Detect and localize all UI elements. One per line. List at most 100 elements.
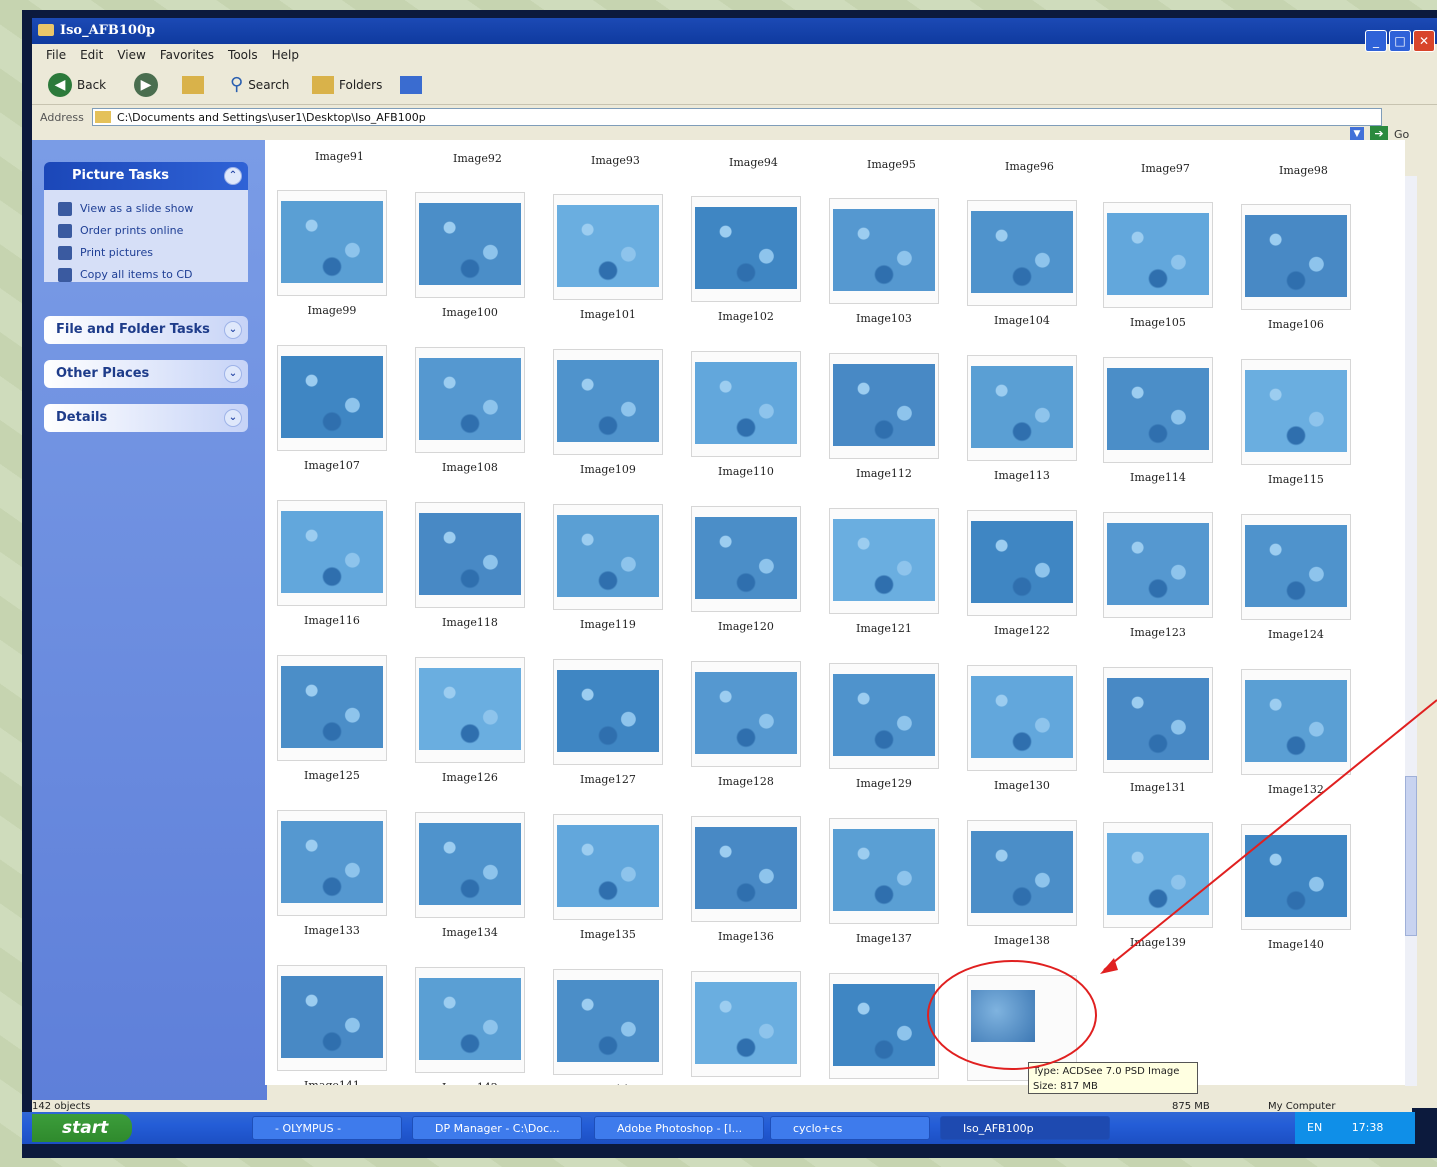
thumbnail-tile[interactable]: Image112 — [829, 353, 939, 480]
maximize-button[interactable]: □ — [1389, 30, 1411, 52]
thumbnail-tile[interactable]: Image103 — [829, 198, 939, 325]
menu-item-file[interactable]: File — [46, 44, 66, 66]
taskbar-item-dp-manager[interactable]: DP Manager - C:\Doc... — [412, 1116, 582, 1140]
picture-tasks-header[interactable]: Picture Tasks ⌃ — [44, 162, 248, 190]
thumbnail-tile[interactable]: Image102 — [691, 196, 801, 323]
thumbnail-tile[interactable]: Image142 — [415, 967, 525, 1085]
thumbnail-tile[interactable]: Image115 — [1241, 359, 1351, 486]
thumbnail-frame — [691, 506, 801, 612]
thumbnail-label[interactable]: Image97 — [1141, 162, 1190, 175]
thumbnail-tile[interactable]: Image128 — [691, 661, 801, 788]
expand-icon[interactable]: ⌄ — [224, 409, 242, 427]
thumbnail-tile[interactable]: Image145 — [829, 973, 939, 1085]
collapse-icon[interactable]: ⌃ — [224, 167, 242, 185]
thumbnail-tile[interactable]: Image136 — [691, 816, 801, 943]
picture-task-item[interactable]: Print pictures — [58, 242, 248, 264]
thumbnail-tile[interactable]: Image125 — [277, 655, 387, 782]
menu-item-tools[interactable]: Tools — [228, 44, 258, 66]
close-button[interactable]: ✕ — [1413, 30, 1435, 52]
views-button[interactable] — [400, 73, 422, 97]
thumbnail-tile[interactable]: Image129 — [829, 663, 939, 790]
title-bar[interactable]: Iso_AFB100p — [32, 18, 1437, 44]
thumbnail-tile[interactable]: Image104 — [967, 200, 1077, 327]
thumbnail-tile[interactable]: Image141 — [277, 965, 387, 1085]
thumbnail-tile[interactable]: Image143 — [553, 969, 663, 1085]
picture-task-item[interactable]: View as a slide show — [58, 198, 248, 220]
thumbnail-label[interactable]: Image98 — [1279, 164, 1328, 177]
taskbar-item-cyclo[interactable]: cyclo+cs — [770, 1116, 930, 1140]
thumbnail-label[interactable]: Image93 — [591, 154, 640, 167]
thumbnail-label[interactable]: Image95 — [867, 158, 916, 171]
thumbnail-tile[interactable]: Image144 — [691, 971, 801, 1085]
thumbnail-label[interactable]: Image94 — [729, 156, 778, 169]
forward-button[interactable]: ▶ — [134, 73, 158, 97]
taskbar-item-iso-afb100p[interactable]: Iso_AFB100p — [940, 1116, 1110, 1140]
vertical-scrollbar[interactable] — [1405, 176, 1417, 1086]
thumbnail-tile[interactable]: Image135 — [553, 814, 663, 941]
thumbnail-tile[interactable]: Image105 — [1103, 202, 1213, 329]
folders-button[interactable]: Folders — [312, 73, 382, 97]
other-places-panel[interactable]: Other Places ⌄ — [44, 360, 248, 388]
thumbnail-tile[interactable]: Image126 — [415, 657, 525, 784]
menu-item-view[interactable]: View — [117, 44, 145, 66]
thumbnail-label[interactable]: Image91 — [315, 150, 364, 163]
picture-task-item[interactable]: Copy all items to CD — [58, 264, 248, 286]
menu-item-favorites[interactable]: Favorites — [160, 44, 214, 66]
thumbnail-tile[interactable]: Image106 — [1241, 204, 1351, 331]
address-input[interactable]: C:\Documents and Settings\user1\Desktop\… — [92, 108, 1382, 126]
taskbar-item-photoshop[interactable]: Adobe Photoshop - [I... — [594, 1116, 764, 1140]
thumbnail-tile[interactable]: Image114 — [1103, 357, 1213, 484]
thumbnail-tile[interactable]: Image140 — [1241, 824, 1351, 951]
up-folder-button[interactable] — [182, 73, 204, 97]
details-header[interactable]: Details ⌄ — [44, 404, 248, 432]
thumbnail-tile[interactable]: Image100 — [415, 192, 525, 319]
expand-icon[interactable]: ⌄ — [224, 321, 242, 339]
scrollbar-thumb[interactable] — [1405, 776, 1417, 936]
thumbnail-label: Image137 — [856, 932, 912, 945]
thumbnail-tile[interactable]: Image132 — [1241, 669, 1351, 796]
thumbnail-label: Image112 — [856, 467, 912, 480]
tooltip-size: Size: 817 MB — [1033, 1081, 1098, 1092]
details-panel[interactable]: Details ⌄ — [44, 404, 248, 432]
language-indicator[interactable]: EN — [1307, 1121, 1322, 1134]
thumbnail-label[interactable]: Image92 — [453, 152, 502, 165]
other-places-header[interactable]: Other Places ⌄ — [44, 360, 248, 388]
thumbnail-tile[interactable]: Image130 — [967, 665, 1077, 792]
thumbnail-tile[interactable]: Image119 — [553, 504, 663, 631]
thumbnail-tile[interactable]: Image118 — [415, 502, 525, 629]
start-button[interactable]: start — [32, 1114, 132, 1142]
thumbnail-tile[interactable]: Image122 — [967, 510, 1077, 637]
thumbnail-tile[interactable]: Image133 — [277, 810, 387, 937]
thumbnail-tile[interactable]: Image124 — [1241, 514, 1351, 641]
thumbnail-tile[interactable]: Image127 — [553, 659, 663, 786]
thumbnail-tile[interactable]: Image113 — [967, 355, 1077, 482]
thumbnail-tile[interactable]: Image109 — [553, 349, 663, 476]
thumbnail-tile[interactable]: Image116 — [277, 500, 387, 627]
search-button[interactable]: ⚲ Search — [230, 73, 289, 97]
thumbnail-tile[interactable]: Image138 — [967, 820, 1077, 947]
thumbnail-image — [1245, 680, 1347, 762]
minimize-button[interactable]: _ — [1365, 30, 1387, 52]
expand-icon[interactable]: ⌄ — [224, 365, 242, 383]
thumbnail-label[interactable]: Image96 — [1005, 160, 1054, 173]
thumbnail-tile[interactable]: Image107 — [277, 345, 387, 472]
back-button[interactable]: ◀ Back — [48, 73, 106, 97]
thumbnail-tile[interactable]: Image108 — [415, 347, 525, 474]
thumbnail-tile[interactable]: Image134 — [415, 812, 525, 939]
thumbnail-frame — [277, 500, 387, 606]
file-folder-tasks-panel[interactable]: File and Folder Tasks ⌄ — [44, 316, 248, 344]
thumbnail-tile[interactable]: Image131 — [1103, 667, 1213, 794]
thumbnail-tile[interactable]: Image110 — [691, 351, 801, 478]
thumbnail-tile[interactable]: Image123 — [1103, 512, 1213, 639]
menu-item-help[interactable]: Help — [272, 44, 299, 66]
thumbnail-tile[interactable]: Image139 — [1103, 822, 1213, 949]
thumbnail-tile[interactable]: Image99 — [277, 190, 387, 317]
thumbnail-tile[interactable]: Image137 — [829, 818, 939, 945]
file-folder-tasks-header[interactable]: File and Folder Tasks ⌄ — [44, 316, 248, 344]
thumbnail-tile[interactable]: Image121 — [829, 508, 939, 635]
menu-item-edit[interactable]: Edit — [80, 44, 103, 66]
thumbnail-tile[interactable]: Image120 — [691, 506, 801, 633]
taskbar-item-olympus[interactable]: - OLYMPUS - — [252, 1116, 402, 1140]
picture-task-item[interactable]: Order prints online — [58, 220, 248, 242]
thumbnail-tile[interactable]: Image101 — [553, 194, 663, 321]
